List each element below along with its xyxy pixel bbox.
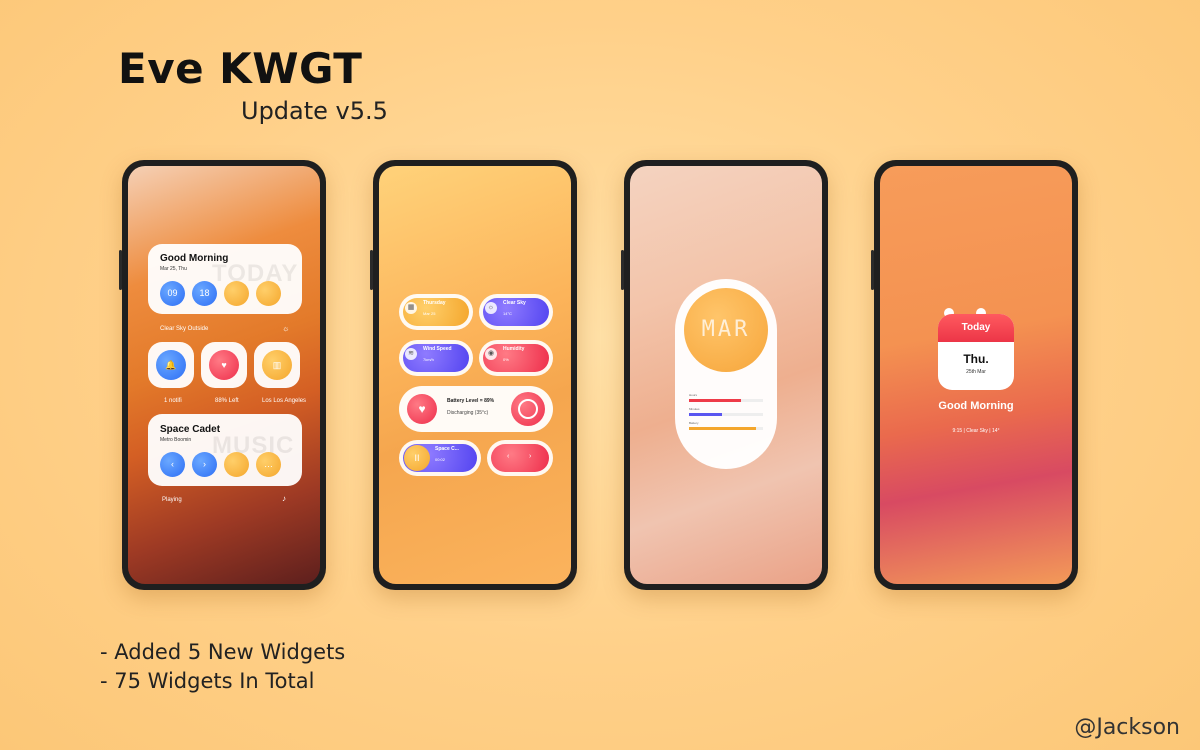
controls-pill[interactable]: ‹ › xyxy=(487,440,553,476)
bar-label-1: Hours xyxy=(689,393,698,397)
previous-button[interactable]: ‹ xyxy=(160,452,185,477)
minute-circle[interactable]: 18 xyxy=(192,281,217,306)
previous-icon[interactable]: ‹ xyxy=(507,453,509,460)
location-tile[interactable]: ▥ xyxy=(254,342,300,388)
phone-screen-4: Today Thu. 25th Mar Good Morning 9:15 | … xyxy=(880,166,1072,584)
song-time: 00:02 xyxy=(435,457,446,462)
phone-mockup-4: Today Thu. 25th Mar Good Morning 9:15 | … xyxy=(871,160,1078,590)
sun-icon: ☼ xyxy=(485,302,497,314)
phone-screen-2: ▦ Thursday Mar 25 ☼ Clear Sky 14°C ≋ Win… xyxy=(379,166,571,584)
phone-mockup-1: TODAY Good Morning Mar 25, Thu 09 18 Cle… xyxy=(119,160,326,590)
heart-icon: ♥ xyxy=(407,394,437,424)
note-line-1: - Added 5 New Widgets xyxy=(100,640,346,664)
discharging-label: Discharging (35°c) xyxy=(447,410,489,416)
sun-icon: ☼ xyxy=(282,324,290,333)
sky-label: Clear Sky xyxy=(503,300,526,306)
bell-icon: 🔔 xyxy=(156,350,186,380)
date-label: Mar 25, Thu xyxy=(160,266,187,272)
battery-bar xyxy=(689,427,763,430)
day-label: Thursday xyxy=(423,300,446,306)
humidity-pill[interactable]: ◉ Humidity 0% xyxy=(479,340,553,376)
wind-label: Wind Speed xyxy=(423,346,452,352)
greeting-widget[interactable]: TODAY Good Morning Mar 25, Thu 09 18 xyxy=(148,244,302,314)
author-credit: @Jackson xyxy=(1074,715,1180,740)
music-widget[interactable]: MUSIC Space Cadet Metro Boomin ‹ › … xyxy=(148,414,302,486)
wind-sub: 7km/h xyxy=(423,357,434,362)
page-subtitle: Update v5.5 xyxy=(241,97,388,125)
phone-mockup-3: MAR Hours Minutes Battery xyxy=(621,160,828,590)
phone-mockup-2: ▦ Thursday Mar 25 ☼ Clear Sky 14°C ≋ Win… xyxy=(370,160,577,590)
tile-label-2: 88% Left xyxy=(215,398,239,404)
song-label: Space C... xyxy=(435,446,459,452)
humidity-label: Humidity xyxy=(503,346,525,352)
status-footer: 9:15 | Clear Sky | 14° xyxy=(952,428,1000,434)
notification-tile[interactable]: 🔔 xyxy=(148,342,194,388)
phone-screen-3: MAR Hours Minutes Battery xyxy=(630,166,822,584)
release-notes: - Added 5 New Widgets - 75 Widgets In To… xyxy=(100,638,345,696)
heart-icon: ♥ xyxy=(209,350,239,380)
play-button[interactable] xyxy=(224,452,249,477)
weather-circle[interactable] xyxy=(224,281,249,306)
minutes-bar xyxy=(689,413,763,416)
tile-label-1: 1 notifi xyxy=(164,398,182,404)
music-pill[interactable]: II Space C... 00:02 xyxy=(399,440,481,476)
music-note-icon: ♪ xyxy=(282,494,286,503)
next-button[interactable]: › xyxy=(192,452,217,477)
battery-tile[interactable]: ♥ xyxy=(201,342,247,388)
day-sub: Mar 25 xyxy=(423,311,436,316)
clock-widget[interactable]: MAR Hours Minutes Battery xyxy=(675,279,777,469)
battery-ring xyxy=(511,392,545,426)
settings-circle[interactable] xyxy=(256,281,281,306)
artist-name: Metro Boomin xyxy=(160,437,192,443)
calendar-header: Today xyxy=(938,314,1014,342)
battery-widget[interactable]: ♥ Battery Level = 89% Discharging (35°c) xyxy=(399,386,553,432)
hours-bar xyxy=(689,399,763,402)
sky-sub: 14°C xyxy=(503,311,512,316)
note-line-2: - 75 Widgets In Total xyxy=(100,669,315,693)
date-pill[interactable]: ▦ Thursday Mar 25 xyxy=(399,294,473,330)
bar-label-3: Battery xyxy=(689,421,699,425)
clock-text: MAR xyxy=(701,317,751,342)
battery-level: Battery Level = 89% xyxy=(447,398,495,404)
calendar-day: Thu. xyxy=(963,352,989,366)
weather-text: Clear Sky Outside xyxy=(160,326,209,332)
wind-pill[interactable]: ≋ Wind Speed 7km/h xyxy=(399,340,473,376)
more-button[interactable]: … xyxy=(256,452,281,477)
next-icon[interactable]: › xyxy=(529,453,531,460)
playing-label: Playing xyxy=(162,497,182,503)
page-title: Eve KWGT xyxy=(118,44,363,93)
music-watermark: MUSIC xyxy=(212,432,295,459)
calendar-date: 25th Mar xyxy=(966,369,986,375)
drop-icon: ◉ xyxy=(485,348,497,360)
today-watermark: TODAY xyxy=(212,260,299,287)
calendar-widget[interactable]: Today Thu. 25th Mar xyxy=(938,314,1014,390)
building-icon: ▥ xyxy=(262,350,292,380)
sky-pill[interactable]: ☼ Clear Sky 14°C xyxy=(479,294,553,330)
greeting-label: Good Morning xyxy=(938,400,1014,412)
wind-icon: ≋ xyxy=(405,348,417,360)
pause-button[interactable]: II xyxy=(404,445,430,471)
song-title: Space Cadet xyxy=(160,424,221,435)
calendar-icon: ▦ xyxy=(405,302,417,314)
hour-circle[interactable]: 09 xyxy=(160,281,185,306)
tile-label-3: Los Los Angeles xyxy=(262,398,307,404)
greeting-label: Good Morning xyxy=(160,253,229,264)
phone-screen-1: TODAY Good Morning Mar 25, Thu 09 18 Cle… xyxy=(128,166,320,584)
humidity-sub: 0% xyxy=(503,357,509,362)
bar-label-2: Minutes xyxy=(689,407,700,411)
